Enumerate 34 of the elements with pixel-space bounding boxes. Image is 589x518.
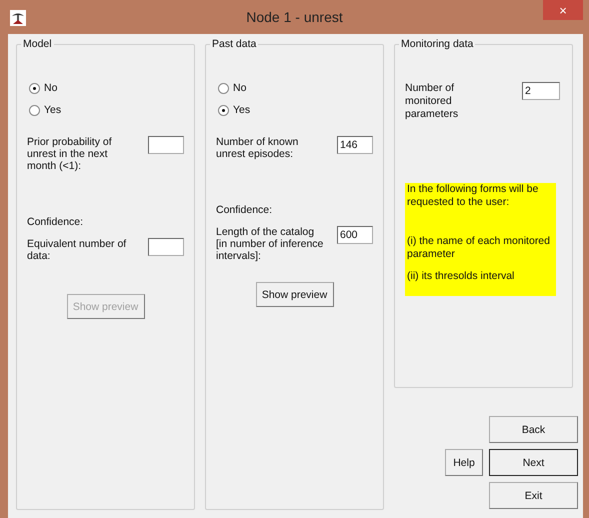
radio-label: Yes <box>44 104 62 116</box>
confidence-label: Confidence: <box>216 204 274 216</box>
field-label: Number of known unrest episodes: <box>216 136 300 160</box>
nav-button[interactable]: Back <box>489 416 578 443</box>
radio-button[interactable] <box>218 104 229 116</box>
group-title: Model <box>22 38 53 50</box>
note-text: (ii) its thresolds interval <box>407 270 516 283</box>
nav-button[interactable]: Next <box>489 449 578 476</box>
close-button[interactable]: × <box>543 0 583 20</box>
input-field[interactable]: 600 <box>337 226 373 244</box>
nav-button[interactable]: Exit <box>489 482 578 509</box>
field-label: Equivalent number of data: <box>27 238 128 262</box>
input-field[interactable] <box>148 136 184 154</box>
group-title: Past data <box>211 38 258 50</box>
field-label: Length of the catalog [in number of inference intervals]: <box>216 226 324 262</box>
confidence-label: Confidence: <box>27 216 84 228</box>
nav-button[interactable]: Help <box>445 449 483 476</box>
window-title: Node 1 - unrest <box>246 9 343 25</box>
field-label: Number of monitored parameters <box>405 82 460 121</box>
input-field[interactable]: 146 <box>337 136 373 154</box>
tree-icon <box>10 10 26 26</box>
radio-button[interactable] <box>29 82 40 94</box>
input-field[interactable]: 2 <box>522 82 560 100</box>
input-field[interactable] <box>148 238 184 256</box>
radio-label: No <box>44 82 58 94</box>
radio-button[interactable] <box>29 104 40 116</box>
radio-button[interactable] <box>218 82 229 94</box>
group-title: Monitoring data <box>400 38 474 50</box>
note-text: In the following forms will be requested to the user: <box>407 183 540 209</box>
field-label: Prior probability of unrest in the next month (<1): <box>27 136 113 172</box>
radio-label: No <box>233 82 246 94</box>
radio-label: Yes <box>233 104 250 116</box>
note-text: (i) the name of each monitored parameter <box>407 235 551 261</box>
show-preview-button[interactable]: Show preview <box>256 282 334 307</box>
